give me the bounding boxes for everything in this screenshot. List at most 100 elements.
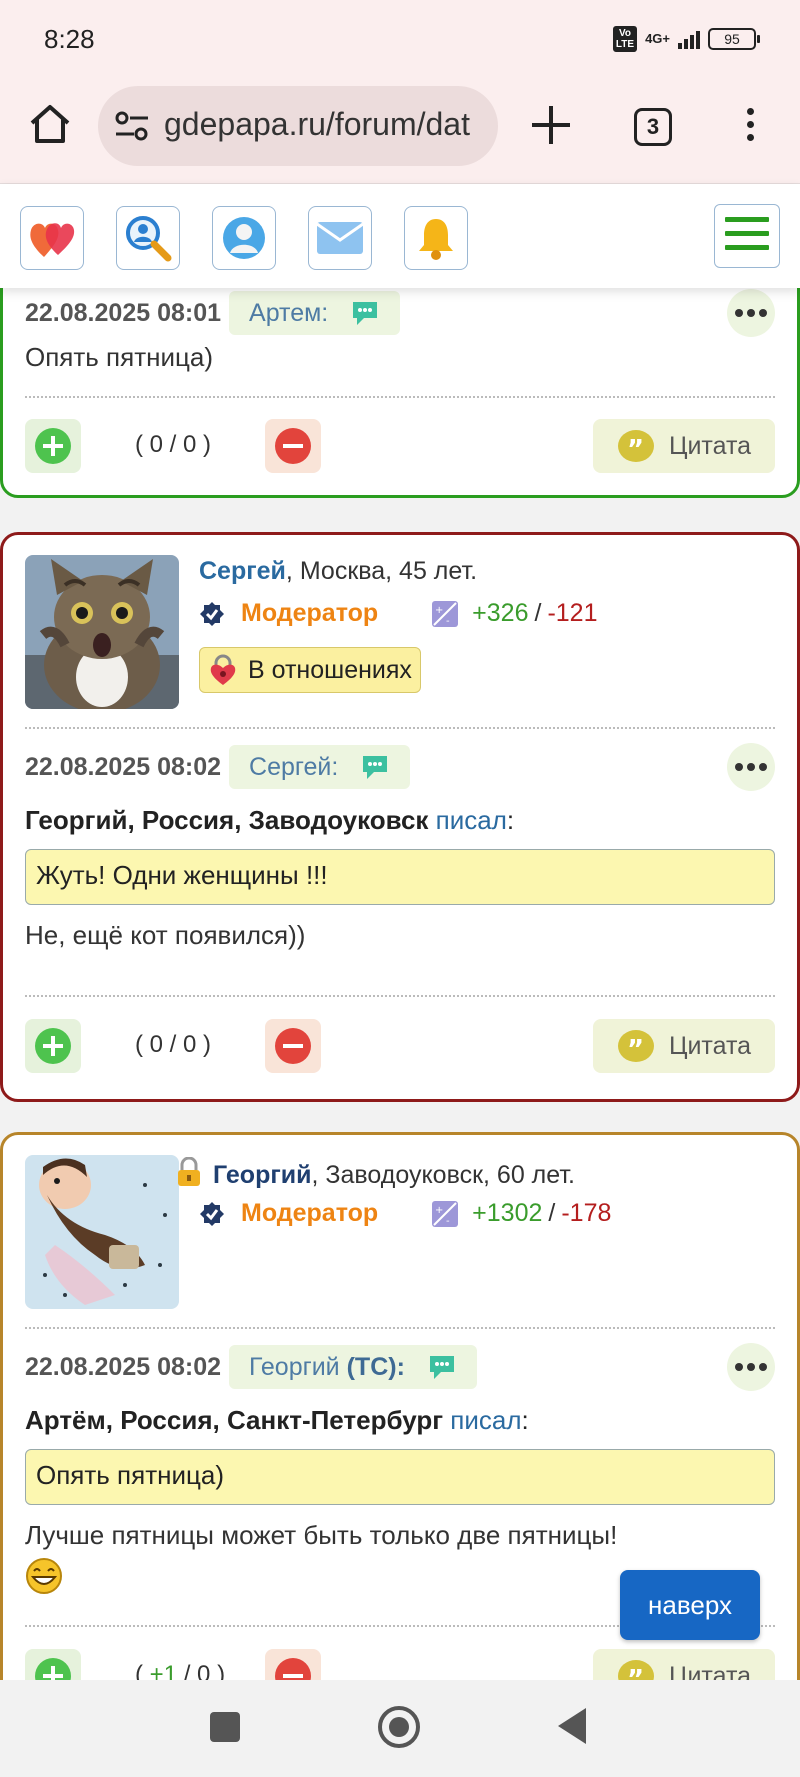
scroll-to-top-button[interactable]: наверх xyxy=(620,1570,760,1640)
reply-to-author-button[interactable]: Георгий (ТС): xyxy=(229,1345,477,1389)
browser-menu-icon[interactable] xyxy=(740,108,760,148)
site-toolbar xyxy=(0,184,800,288)
quote-block: Жуть! Одни женщины !!! xyxy=(25,849,775,905)
chat-bubble-icon xyxy=(353,302,378,325)
quote-button-label: Цитата xyxy=(668,1661,752,1681)
post-meta: 22.08.2025 08:02 Георгий (ТС): xyxy=(25,1345,477,1389)
network-type: 4G+ xyxy=(645,31,670,46)
home-icon[interactable] xyxy=(28,102,72,146)
reply-to-author-button[interactable]: Артем: xyxy=(229,291,401,335)
quote-icon: ” xyxy=(617,430,654,464)
dating-button[interactable] xyxy=(20,206,84,270)
minus-icon xyxy=(275,428,311,464)
browser-toolbar: gdepapa.ru/forum/dat 3 xyxy=(0,80,800,184)
divider xyxy=(25,1327,775,1329)
profile-button[interactable] xyxy=(212,206,276,270)
reputation-icon: +- xyxy=(432,1200,459,1227)
reputation-minus: -121 xyxy=(547,599,598,627)
vote-down-button[interactable] xyxy=(265,1019,321,1073)
author-tag-label: Георгий xyxy=(249,1352,340,1381)
svg-text:-: - xyxy=(446,616,450,627)
notifications-button[interactable] xyxy=(404,206,468,270)
search-user-icon xyxy=(126,216,172,262)
messages-button[interactable] xyxy=(308,206,372,270)
forum-post: Сергей, Москва, 45 лет. Модератор + - +32… xyxy=(0,532,800,1102)
quote-source-link[interactable]: писал xyxy=(436,805,507,835)
home-button[interactable] xyxy=(378,1706,420,1748)
user-role-line: Модератор + - +326 / -121 xyxy=(199,599,597,628)
post-date: 22.08.2025 08:02 xyxy=(25,1352,222,1381)
vote-count: ( 0 / 0 ) xyxy=(135,1031,212,1058)
quote-header: Артём, Россия, Санкт-Петербург писал: xyxy=(25,1405,529,1436)
user-name-link[interactable]: Сергей xyxy=(199,557,286,585)
user-details: , Заводоуковск, 60 лет. xyxy=(311,1161,575,1189)
svg-text:”: ” xyxy=(627,1665,644,1680)
vote-up-button[interactable] xyxy=(25,1019,81,1073)
hearts-icon xyxy=(30,223,75,257)
signal-icon xyxy=(678,29,700,49)
quote-author: Артём, Россия, Санкт-Петербург xyxy=(25,1405,444,1435)
minus-icon xyxy=(275,1658,311,1680)
svg-text:+: + xyxy=(435,605,443,616)
quote-icon: ” xyxy=(617,1660,654,1680)
tabs-button[interactable]: 3 xyxy=(634,108,672,146)
hamburger-icon[interactable] xyxy=(714,204,780,268)
quote-button-label: Цитата xyxy=(668,1031,752,1060)
site-settings-icon[interactable] xyxy=(114,110,150,142)
verified-icon xyxy=(200,1201,224,1226)
reply-to-author-button[interactable]: Сергей: xyxy=(229,745,411,789)
post-date: 22.08.2025 08:02 xyxy=(25,752,222,781)
quote-colon: : xyxy=(506,805,515,835)
forum-post: 22.08.2025 08:01 Артем: Опять пятница) (… xyxy=(0,288,800,498)
mail-icon xyxy=(316,222,364,254)
divider xyxy=(25,396,775,398)
minus-icon xyxy=(275,1028,311,1064)
topic-starter-tag: (ТС): xyxy=(346,1352,405,1381)
vote-down-button[interactable] xyxy=(265,1649,321,1680)
reputation: + - +326 / -121 xyxy=(432,599,597,628)
back-button[interactable] xyxy=(558,1708,586,1744)
svg-text:+: + xyxy=(435,1205,443,1216)
reputation-minus: -178 xyxy=(561,1199,612,1227)
post-meta: 22.08.2025 08:01 Артем: xyxy=(25,291,401,335)
vote-count: ( +1 / 0 ) xyxy=(135,1661,225,1680)
address-bar[interactable]: gdepapa.ru/forum/dat xyxy=(98,86,498,166)
quote-header: Георгий, Россия, Заводоуковск писал: xyxy=(25,805,514,836)
vote-up-button[interactable] xyxy=(25,1649,81,1680)
quote-button[interactable]: ” Цитата xyxy=(593,1019,775,1073)
post-options-button[interactable] xyxy=(727,743,775,791)
relationship-status-badge: В отношениях xyxy=(199,647,421,693)
url-text: gdepapa.ru/forum/dat xyxy=(164,106,470,142)
quote-button[interactable]: ” Цитата xyxy=(593,419,775,473)
vote-down-button[interactable] xyxy=(265,419,321,473)
reputation-separator: / xyxy=(548,1199,556,1227)
post-options-button[interactable] xyxy=(727,1343,775,1391)
author-tag-label: Сергей: xyxy=(249,752,339,781)
forum-thread: 22.08.2025 08:01 Артем: Опять пятница) (… xyxy=(0,288,800,1680)
quote-source-link[interactable]: писал xyxy=(450,1405,521,1435)
svg-text:”: ” xyxy=(627,1035,644,1064)
user-role: Модератор xyxy=(241,599,379,627)
search-button[interactable] xyxy=(116,206,180,270)
system-nav-bar xyxy=(0,1680,800,1777)
avatar[interactable] xyxy=(25,1155,179,1309)
chat-bubble-icon xyxy=(429,1356,454,1379)
post-options-button[interactable] xyxy=(727,289,775,337)
quote-button[interactable]: ” Цитата xyxy=(593,1649,775,1680)
post-meta: 22.08.2025 08:02 Сергей: xyxy=(25,745,411,789)
verified-icon xyxy=(200,601,224,626)
new-tab-icon[interactable] xyxy=(528,102,574,148)
chat-bubble-icon xyxy=(363,756,388,779)
relationship-status: В отношениях xyxy=(248,655,412,684)
post-body: Не, ещё кот появился)) xyxy=(25,920,306,950)
recents-button[interactable] xyxy=(210,1712,240,1742)
divider xyxy=(25,727,775,729)
reputation-icon: +- xyxy=(432,600,459,627)
user-details: , Москва, 45 лет. xyxy=(285,557,478,585)
quote-author: Георгий, Россия, Заводоуковск xyxy=(25,805,429,835)
user-name-link[interactable]: Георгий xyxy=(213,1161,312,1189)
vote-count: ( 0 / 0 ) xyxy=(135,431,212,458)
plus-icon xyxy=(35,428,71,464)
vote-up-button[interactable] xyxy=(25,419,81,473)
avatar[interactable] xyxy=(25,555,179,709)
